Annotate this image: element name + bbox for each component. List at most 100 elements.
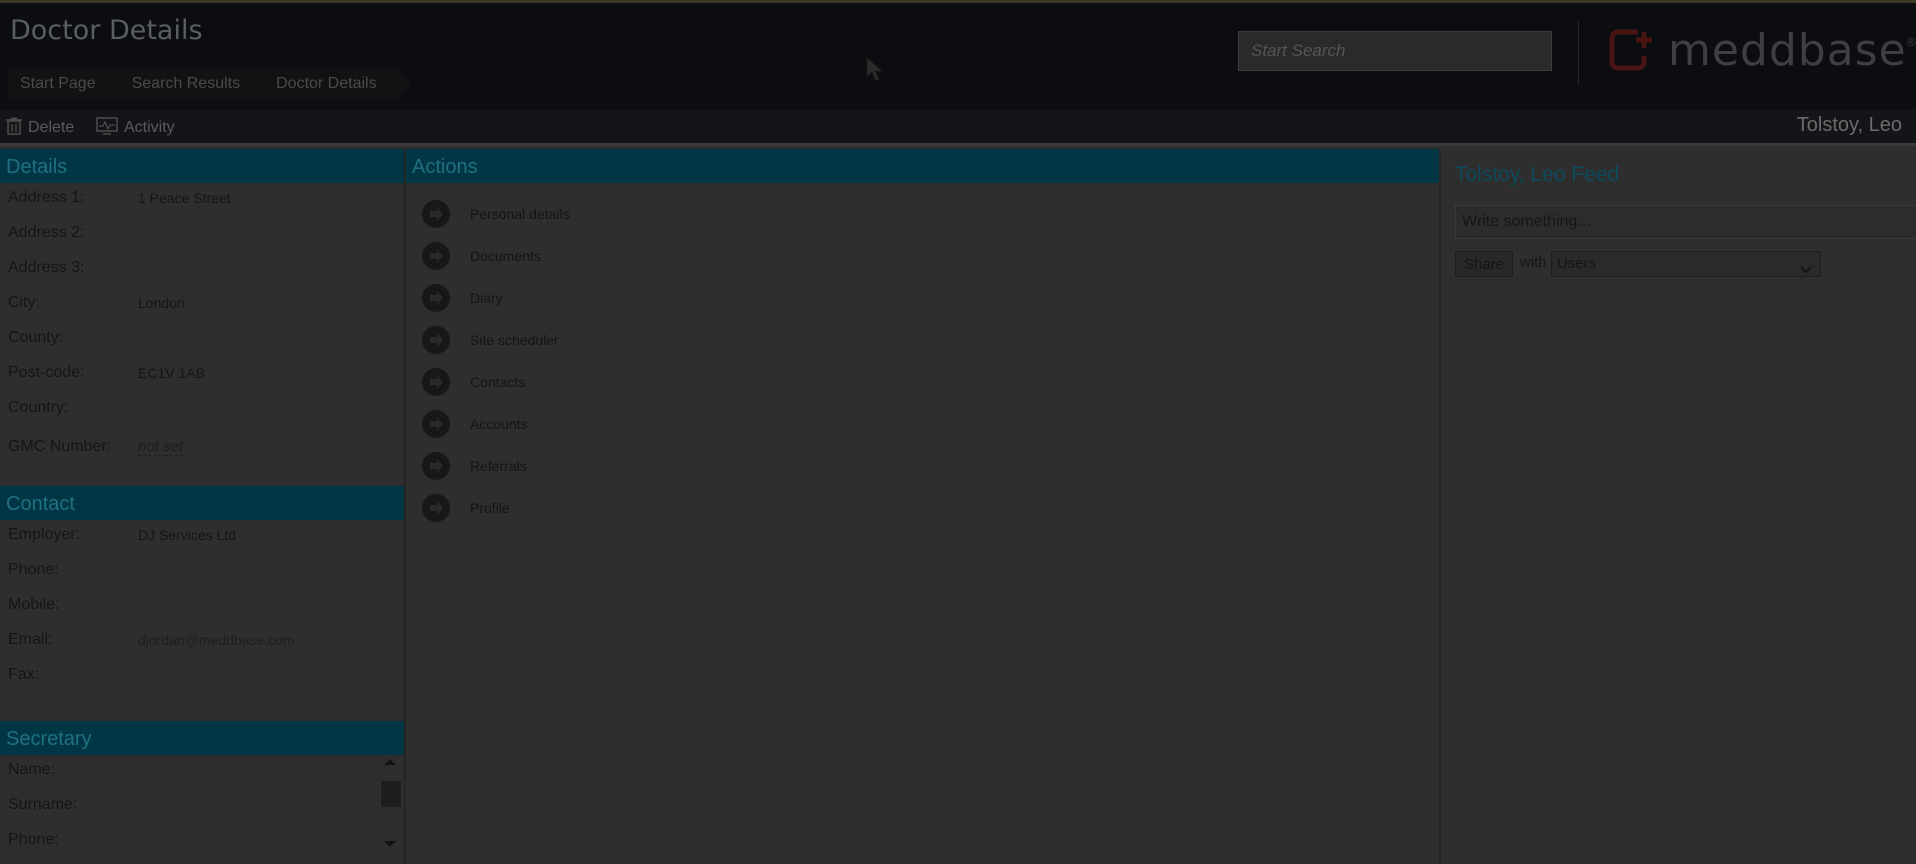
action-item-contacts[interactable]: Contacts [422,367,525,397]
actions-section-header: Actions [406,149,1439,183]
field-label: Email: [8,631,53,648]
toolbar: Delete Activity Tolstoy, Leo [0,110,1916,146]
scroll-up-arrow[interactable] [384,759,396,765]
activity-label: Activity [124,119,175,136]
current-record-name: Tolstoy, Leo [1796,114,1902,136]
delete-button[interactable]: Delete [6,110,74,146]
feed-panel: Tolstoy, Leo Feed Share with Users [1441,149,1916,864]
delete-label: Delete [28,119,75,136]
field-phone: Phone: [0,561,404,591]
action-item-referrals[interactable]: Referrals [422,451,527,481]
logo[interactable]: meddbase ® [1608,23,1916,77]
share-button[interactable]: Share [1455,251,1513,277]
feed-post-input[interactable] [1455,205,1916,239]
share-audience-value: Users [1557,255,1597,272]
action-label: Diary [470,290,503,306]
field-city: City: London [0,294,404,324]
field-secretary-phone: Phone: [0,831,370,861]
arrow-right-icon [422,284,450,312]
field-secretary-name: Name: [0,761,370,791]
page-title: Doctor Details [10,15,203,46]
scrollbar-thumb[interactable] [381,781,401,807]
action-label: Referrals [470,458,527,474]
breadcrumb-start-page[interactable]: Start Page [8,67,130,101]
action-label: Contacts [470,374,526,390]
breadcrumb-search-results[interactable]: Search Results [119,67,274,101]
action-item-profile[interactable]: Profile [422,493,510,523]
action-label: Personal details [470,206,570,222]
with-label: with [1520,254,1547,271]
field-label: Country: [8,399,69,416]
breadcrumb: Start Page Search Results Doctor Details [8,67,412,101]
action-label: Profile [470,500,510,516]
activity-monitor-icon [96,116,124,140]
header-bar: Doctor Details Start Page Search Results… [0,0,1916,110]
field-email: Email: djordan@meddbase.com [0,631,404,661]
arrow-right-icon [422,326,450,354]
logo-text: meddbase [1668,24,1907,76]
field-label: Phone: [8,561,59,578]
field-address-2: Address 2: [0,224,404,254]
field-label: Address 1: [8,189,85,206]
field-label: Name: [8,761,56,778]
field-label: Phone: [8,831,59,848]
breadcrumb-doctor-details[interactable]: Doctor Details [264,67,412,101]
details-section-header: Details [0,149,404,183]
arrow-right-icon [422,368,450,396]
actions-panel: Actions Personal details Documents Diary Si… [406,149,1439,864]
field-label: GMC Number: [8,438,112,455]
field-address-3: Address 3: [0,259,404,289]
contact-section-header: Contact [0,486,404,520]
field-label: Employer: [8,526,81,543]
field-label: Surname: [8,796,78,813]
action-item-documents[interactable]: Documents [422,241,541,271]
field-fax: Fax: [0,666,404,696]
meddbase-logo-icon [1608,26,1656,74]
search-input[interactable] [1238,31,1552,71]
header-divider [1578,21,1579,85]
field-secretary-surname: Surname: [0,796,370,826]
field-employer: Employer: DJ Services Ltd [0,526,404,556]
gmc-number-editable[interactable]: not set [138,438,184,456]
arrow-right-icon [422,242,450,270]
arrow-right-icon [422,200,450,228]
field-county: County: [0,329,404,359]
action-label: Site scheduler [470,332,559,348]
field-label: City: [8,294,40,311]
field-label: County: [8,329,64,346]
feed-title: Tolstoy, Leo Feed [1455,163,1620,186]
field-value: DJ Services Ltd [138,527,237,543]
field-value: 1 Peace Street [138,190,231,206]
action-item-personal-details[interactable]: Personal details [422,199,570,229]
mouse-cursor-icon [866,56,884,88]
chevron-down-icon [1800,258,1812,282]
field-post-code: Post-code: EC1V 1AB [0,364,404,394]
activity-button[interactable]: Activity [96,110,175,146]
action-item-diary[interactable]: Diary [422,283,503,313]
field-value: London [138,295,185,311]
action-label: Accounts [470,416,528,432]
field-label: Address 3: [8,259,85,276]
scroll-down-arrow[interactable] [384,841,396,847]
field-gmc-number: GMC Number: not set [0,438,404,468]
secretary-section-header: Secretary [0,721,404,755]
action-item-accounts[interactable]: Accounts [422,409,528,439]
email-link[interactable]: djordan@meddbase.com [138,632,295,648]
arrow-right-icon [422,410,450,438]
action-item-site-scheduler[interactable]: Site scheduler [422,325,559,355]
field-label: Address 2: [8,224,85,241]
trash-icon [6,117,28,140]
field-value: EC1V 1AB [138,365,205,381]
field-country: Country: [0,399,404,429]
logo-registered-mark: ® [1906,35,1916,49]
share-audience-select[interactable]: Users [1551,251,1821,277]
arrow-right-icon [422,494,450,522]
action-label: Documents [470,248,541,264]
field-label: Mobile: [8,596,60,613]
field-label: Fax: [8,666,40,683]
details-panel: Details Address 1: 1 Peace Street Addres… [0,149,404,864]
arrow-right-icon [422,452,450,480]
field-address-1: Address 1: 1 Peace Street [0,189,404,219]
field-mobile: Mobile: [0,596,404,626]
field-label: Post-code: [8,364,85,381]
